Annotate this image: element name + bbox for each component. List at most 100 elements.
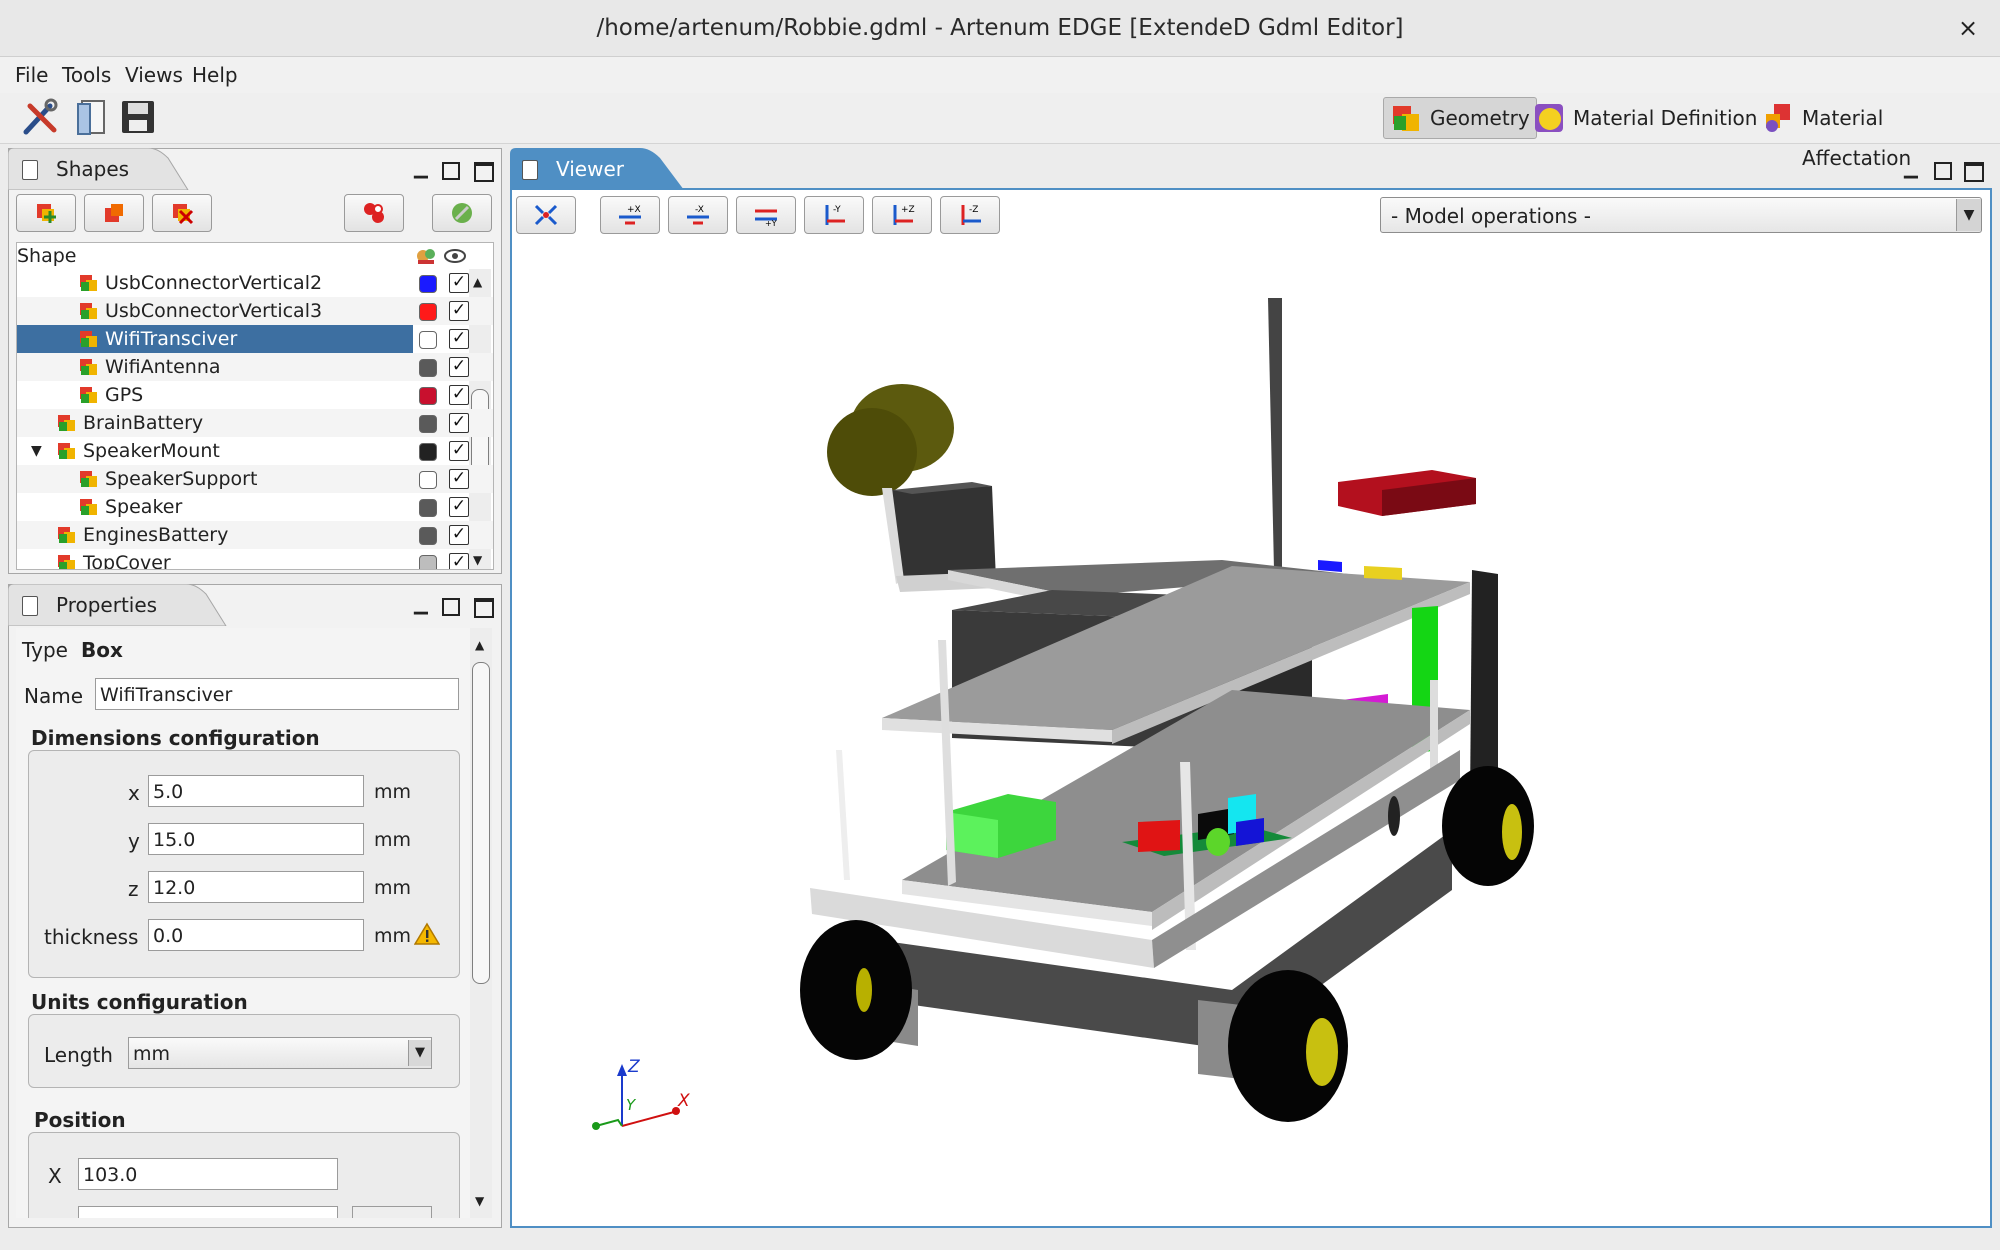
shape-name-cell[interactable]: Speaker xyxy=(17,493,413,521)
maximize-icon[interactable] xyxy=(1964,162,1984,182)
shape-column-header[interactable]: Shape xyxy=(17,243,77,269)
open-document-icon[interactable] xyxy=(72,96,114,138)
visibility-checkbox[interactable]: ✓ xyxy=(449,413,469,433)
position-x-field[interactable]: 103.0 xyxy=(78,1158,338,1190)
position-y-field[interactable] xyxy=(78,1206,338,1218)
visibility-checkbox[interactable]: ✓ xyxy=(449,441,469,461)
table-row[interactable]: GPS ✓ xyxy=(17,381,493,409)
add-shape-button[interactable] xyxy=(16,194,76,232)
table-row[interactable]: UsbConnectorVertical2 ✓ xyxy=(17,269,493,297)
shape-name-cell[interactable]: GPS xyxy=(17,381,413,409)
robot-3d-model[interactable]: Z X Y xyxy=(512,190,1990,1226)
visibility-checkbox[interactable]: ✓ xyxy=(449,497,469,517)
minimize-icon[interactable]: ▁ xyxy=(414,594,428,615)
table-row[interactable]: UsbConnectorVertical3 ✓ xyxy=(17,297,493,325)
view-plus-z-button[interactable]: +Z xyxy=(872,196,932,234)
visibility-checkbox[interactable]: ✓ xyxy=(449,469,469,489)
maximize-icon[interactable] xyxy=(474,598,494,618)
scroll-up-icon[interactable]: ▲ xyxy=(475,638,484,652)
scroll-down-icon[interactable]: ▼ xyxy=(475,1194,484,1208)
float-window-icon[interactable] xyxy=(442,162,460,180)
shape-name-label: UsbConnectorVertical3 xyxy=(105,300,323,322)
table-row[interactable]: Speaker ✓ xyxy=(17,493,493,521)
shape-color-swatch[interactable] xyxy=(419,471,437,489)
shape-color-swatch[interactable] xyxy=(419,275,437,293)
table-row[interactable]: TopCover ✓ xyxy=(17,549,493,569)
length-select[interactable]: mm xyxy=(128,1037,432,1069)
maximize-icon[interactable] xyxy=(474,162,494,182)
shape-color-swatch[interactable] xyxy=(419,359,437,377)
float-window-icon[interactable] xyxy=(442,598,460,616)
material-affectation-mode-button[interactable]: Material Affectation xyxy=(1755,97,2000,170)
shape-name-cell[interactable]: TopCover xyxy=(17,549,413,569)
properties-tab[interactable]: Properties xyxy=(8,586,157,624)
tools-icon[interactable] xyxy=(20,96,62,138)
shape-name-cell[interactable]: UsbConnectorVertical3 xyxy=(17,297,413,325)
table-row[interactable]: WifiAntenna ✓ xyxy=(17,353,493,381)
visibility-checkbox[interactable]: ✓ xyxy=(449,301,469,321)
dim-y-field[interactable]: 15.0 xyxy=(148,823,364,855)
menu-file[interactable]: File xyxy=(13,62,50,88)
view-minus-y-button[interactable]: -Y xyxy=(804,196,864,234)
visibility-checkbox[interactable]: ✓ xyxy=(449,553,469,569)
name-field[interactable]: WifiTransciver xyxy=(95,678,459,710)
geometry-mode-button[interactable]: Geometry xyxy=(1383,97,1537,139)
group-shapes-button[interactable] xyxy=(344,194,404,232)
shape-name-cell[interactable]: ▼ SpeakerMount xyxy=(17,437,413,465)
table-row[interactable]: WifiTransciver ✓ xyxy=(17,325,493,353)
fit-view-button[interactable] xyxy=(516,196,576,234)
visibility-checkbox[interactable]: ✓ xyxy=(449,273,469,293)
shape-name-cell[interactable]: BrainBattery xyxy=(17,409,413,437)
3d-viewer[interactable]: Z X Y xyxy=(510,188,1992,1228)
shape-color-swatch[interactable] xyxy=(419,303,437,321)
thickness-field[interactable]: 0.0 xyxy=(148,919,364,951)
shape-color-swatch[interactable] xyxy=(419,415,437,433)
menu-views[interactable]: Views xyxy=(123,62,185,88)
shape-name-cell[interactable]: EnginesBattery xyxy=(17,521,413,549)
dim-x-field[interactable]: 5.0 xyxy=(148,775,364,807)
shapes-tab[interactable]: Shapes xyxy=(8,150,129,188)
shape-color-swatch[interactable] xyxy=(419,555,437,569)
float-window-icon[interactable] xyxy=(1934,162,1952,180)
view-plus-x-button[interactable]: +X xyxy=(600,196,660,234)
shape-name-cell[interactable]: WifiTransciver xyxy=(17,325,413,353)
position-unit-select[interactable] xyxy=(352,1206,432,1218)
tree-expand-icon[interactable]: ▼ xyxy=(31,437,42,465)
save-icon[interactable] xyxy=(117,96,159,138)
shape-color-swatch[interactable] xyxy=(419,331,437,349)
shape-color-swatch[interactable] xyxy=(419,387,437,405)
table-row[interactable]: SpeakerSupport ✓ xyxy=(17,465,493,493)
shape-color-swatch[interactable] xyxy=(419,443,437,461)
shape-color-swatch[interactable] xyxy=(419,527,437,545)
properties-scrollbar[interactable]: ▲ ▼ xyxy=(470,628,492,1218)
duplicate-shape-button[interactable] xyxy=(84,194,144,232)
model-operations-select[interactable]: - Model operations - xyxy=(1380,197,1982,233)
view-minus-x-button[interactable]: -X xyxy=(668,196,728,234)
table-row[interactable]: EnginesBattery ✓ xyxy=(17,521,493,549)
visibility-checkbox[interactable]: ✓ xyxy=(449,357,469,377)
menu-help[interactable]: Help xyxy=(190,62,240,88)
view-plus-y-button[interactable]: +Y xyxy=(736,196,796,234)
material-definition-mode-button[interactable]: Material Definition xyxy=(1526,97,1764,139)
chevron-down-icon[interactable]: ▼ xyxy=(408,1040,431,1066)
shape-color-swatch[interactable] xyxy=(419,499,437,517)
visibility-checkbox[interactable]: ✓ xyxy=(449,525,469,545)
delete-shape-button[interactable] xyxy=(152,194,212,232)
view-minus-z-button[interactable]: -Z xyxy=(940,196,1000,234)
dim-z-field[interactable]: 12.0 xyxy=(148,871,364,903)
color-shape-button[interactable] xyxy=(432,194,492,232)
menu-tools[interactable]: Tools xyxy=(60,62,113,88)
table-row[interactable]: ▼ SpeakerMount ✓ xyxy=(17,437,493,465)
minimize-icon[interactable]: ▁ xyxy=(414,158,428,179)
chevron-down-icon[interactable]: ▼ xyxy=(1956,199,1981,231)
minimize-icon[interactable]: ▁ xyxy=(1904,158,1918,179)
shape-name-cell[interactable]: UsbConnectorVertical2 xyxy=(17,269,413,297)
properties-scroll-thumb[interactable] xyxy=(472,662,490,984)
visibility-checkbox[interactable]: ✓ xyxy=(449,329,469,349)
table-row[interactable]: BrainBattery ✓ xyxy=(17,409,493,437)
shape-name-cell[interactable]: SpeakerSupport xyxy=(17,465,413,493)
close-icon[interactable]: × xyxy=(1952,12,1984,44)
shape-name-cell[interactable]: WifiAntenna xyxy=(17,353,413,381)
visibility-checkbox[interactable]: ✓ xyxy=(449,385,469,405)
viewer-tab[interactable]: Viewer xyxy=(508,150,624,188)
